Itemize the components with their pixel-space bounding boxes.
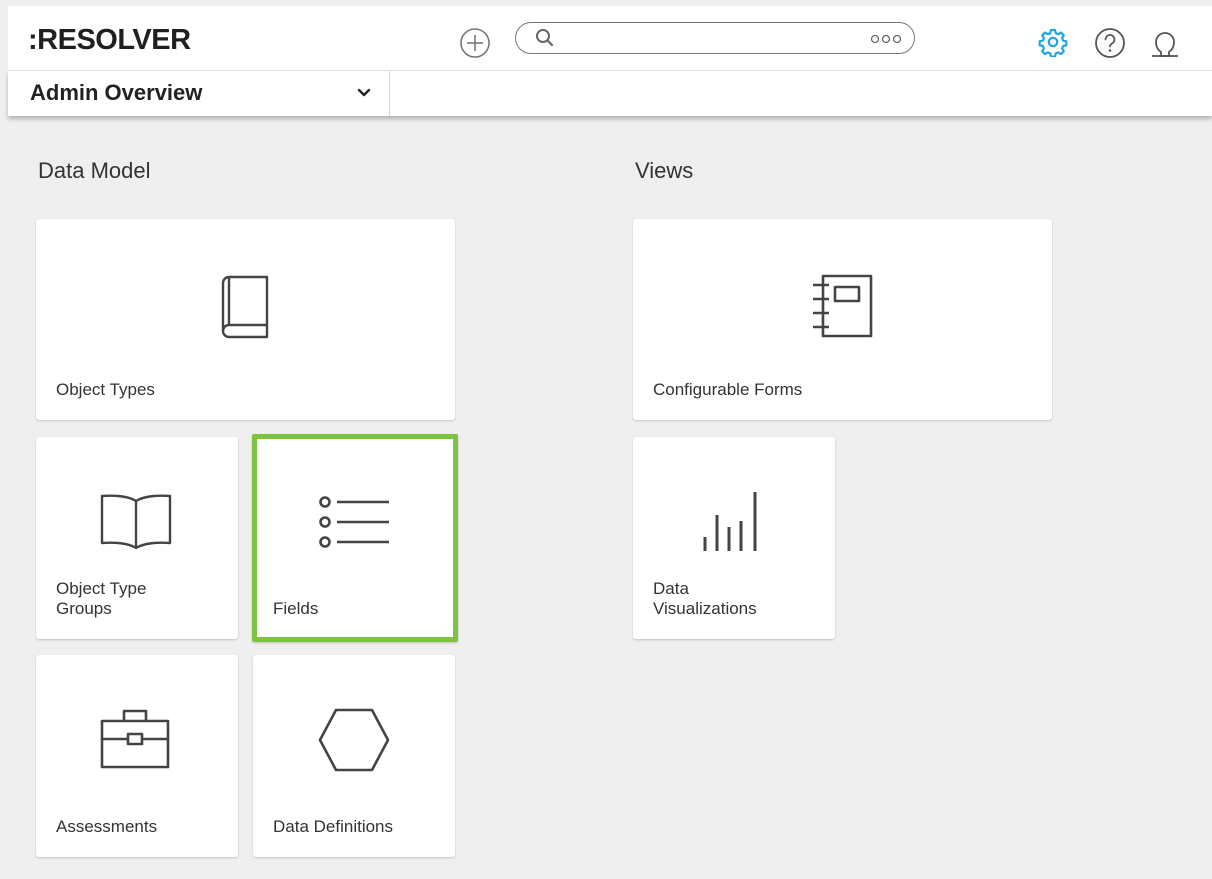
search-icon [536,29,554,47]
open-book-icon [100,494,172,550]
book-icon [221,275,269,339]
more-icon[interactable] [870,34,902,44]
card-fields[interactable]: Fields [252,434,458,642]
search-bar[interactable] [515,22,915,54]
card-data-visualizations[interactable]: Data Visualizations [633,437,835,639]
add-icon[interactable] [459,27,491,59]
bar-chart-icon [703,492,757,551]
card-label: Assessments [56,817,158,836]
help-icon[interactable] [1094,27,1126,59]
briefcase-icon [100,709,170,769]
chevron-down-icon [357,88,371,97]
card-data-definitions[interactable]: Data Definitions [253,655,455,857]
views-title: Views [635,158,694,183]
user-icon[interactable] [1149,27,1181,59]
top-bar: :RESOLVER [8,6,1212,71]
card-object-type-groups[interactable]: Object Type Groups [36,437,238,639]
resolver-logo[interactable]: :RESOLVER [28,23,191,57]
data-model-title: Data Model [38,158,151,183]
card-label: Object Type Groups [56,579,147,618]
card-assessments[interactable]: Assessments [36,655,238,857]
dropdown-label: Admin Overview [30,80,203,105]
card-label: Object Types [56,380,155,399]
card-object-types[interactable]: Object Types [36,219,455,420]
card-label: Data Definitions [273,817,394,836]
sub-header: Admin Overview [8,71,1212,116]
card-label: Configurable Forms [653,380,803,399]
list-icon [319,496,389,548]
card-label: Fields [273,599,319,618]
card-configurable-forms[interactable]: Configurable Forms [633,219,1052,420]
admin-view-dropdown[interactable]: Admin Overview [8,71,390,116]
hexagon-icon [318,708,390,772]
search-input[interactable] [562,26,866,52]
form-notebook-icon [813,274,873,338]
gear-icon[interactable] [1038,27,1068,57]
card-label: Data Visualizations [653,579,757,618]
